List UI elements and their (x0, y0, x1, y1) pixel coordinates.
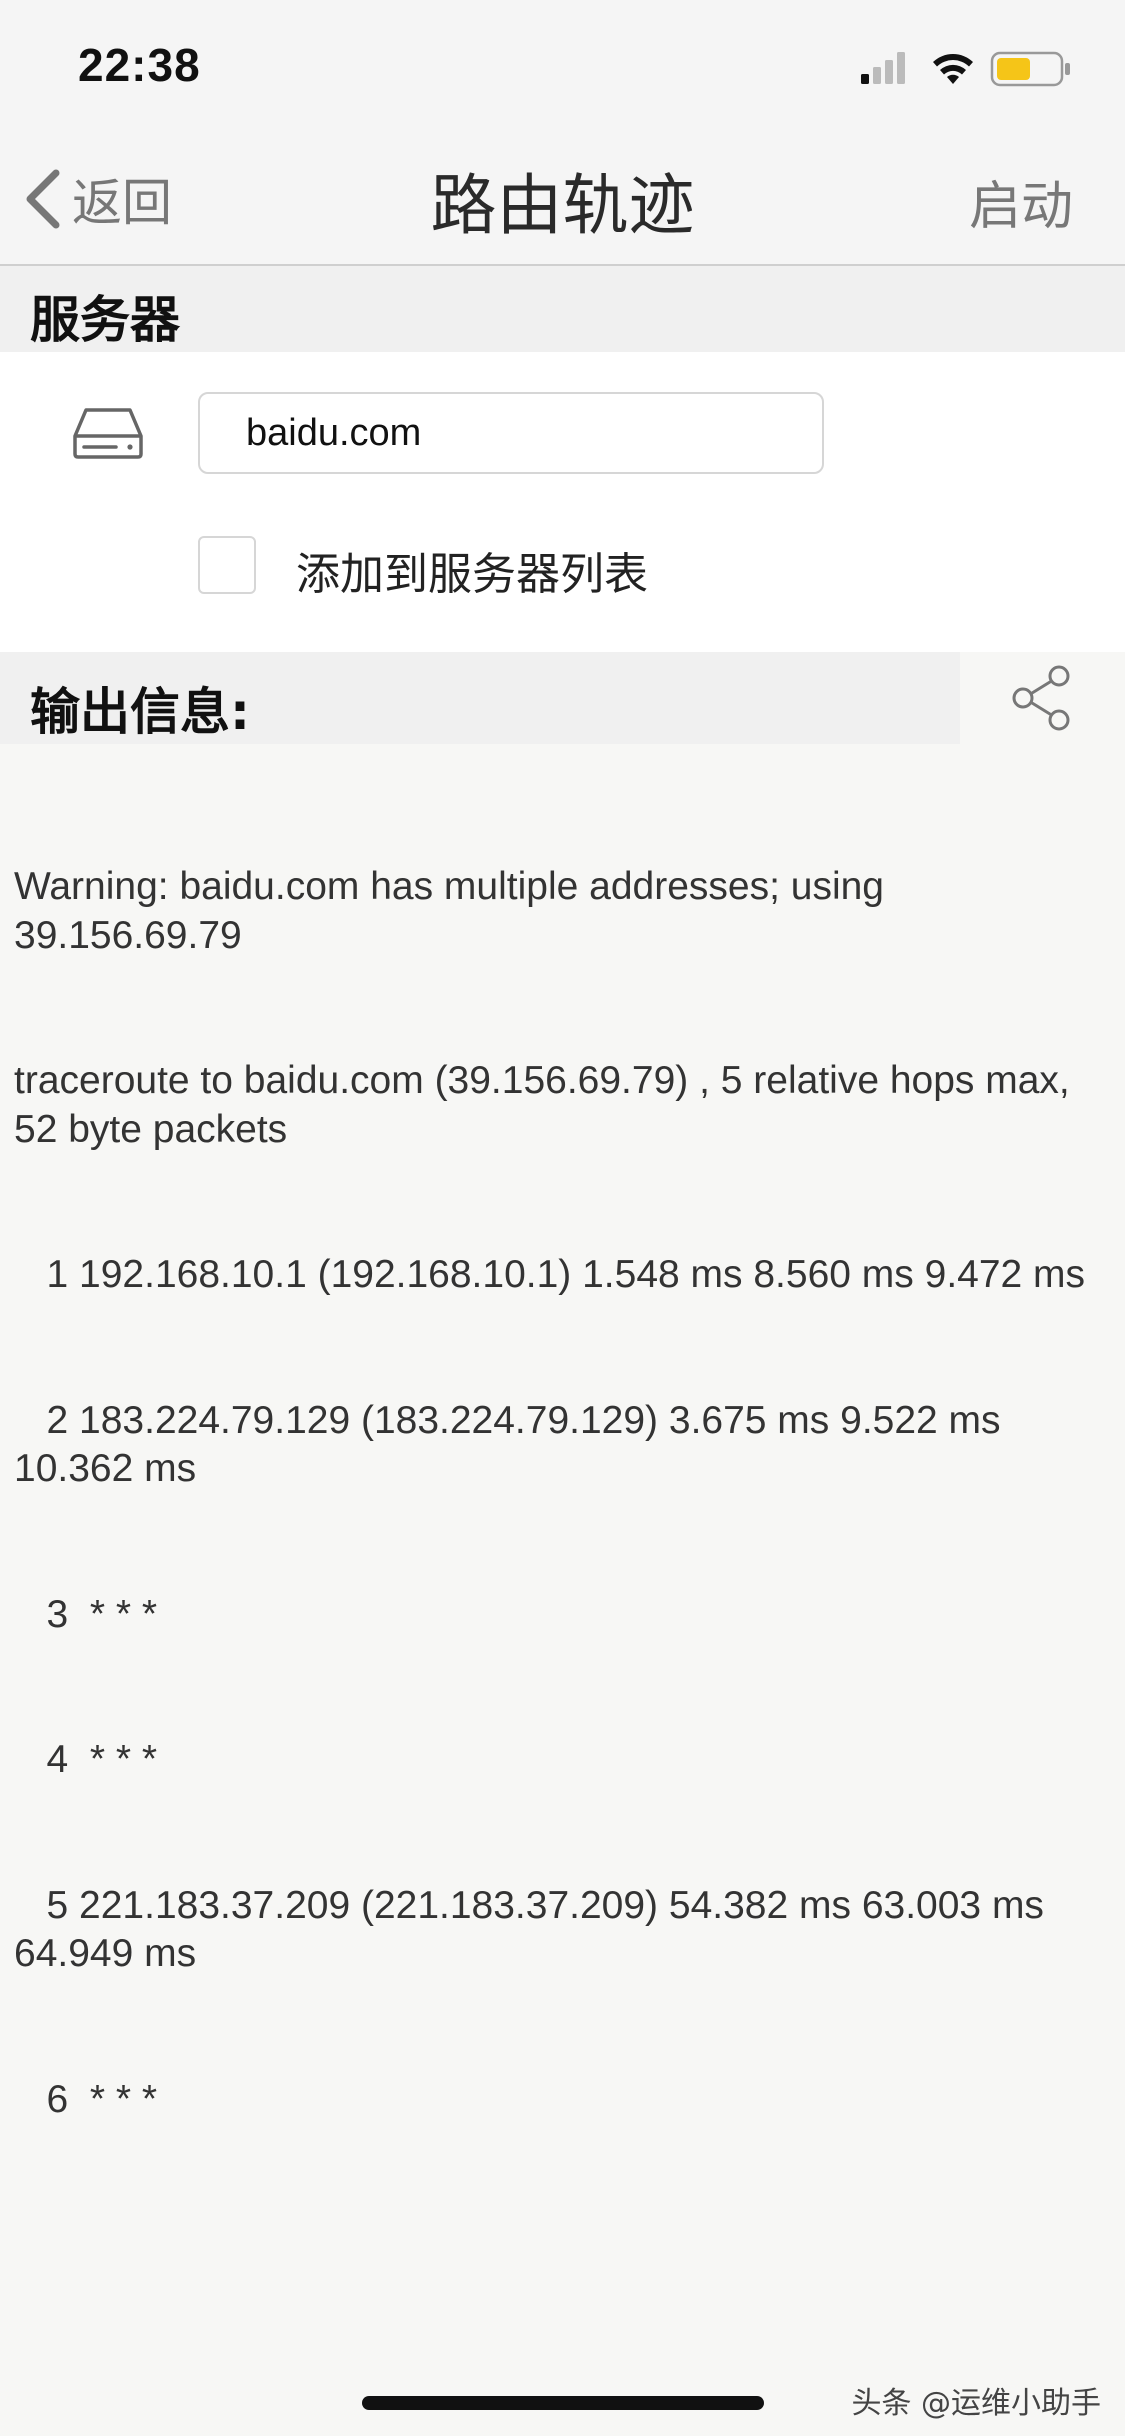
drive-icon (73, 408, 143, 459)
status-bar: 22:38 (0, 0, 1125, 132)
page-title: 路由轨迹 (430, 167, 695, 244)
output-line: 2 183.224.79.129 (183.224.79.129) 3.675 … (14, 1398, 1012, 1491)
output-line: traceroute to baidu.com (39.156.69.79) ,… (14, 1059, 1081, 1151)
output-line: 1 192.168.10.1 (192.168.10.1) 1.548 ms 8… (14, 1253, 1086, 1296)
output-line: 3 * * * (14, 1592, 158, 1636)
cellular-signal-icon (861, 52, 905, 84)
server-input[interactable] (198, 392, 824, 474)
output-line: Warning: baidu.com has multiple addresse… (14, 865, 895, 957)
start-button[interactable]: 启动 (969, 164, 1073, 239)
output-line: 4 * * * (14, 1738, 158, 1781)
battery-icon (990, 51, 1070, 87)
status-time: 22:38 (78, 39, 201, 91)
wifi-icon (933, 54, 973, 84)
server-section-header: 服务器 (0, 266, 1125, 352)
server-section-title: 服务器 (30, 291, 180, 349)
add-to-server-list-label: 添加到服务器列表 (296, 549, 648, 600)
add-to-server-list-checkbox[interactable] (198, 536, 256, 594)
status-icons (861, 48, 1081, 88)
output-log: Warning: baidu.com has multiple addresse… (14, 766, 1114, 2173)
home-indicator[interactable] (362, 2396, 764, 2410)
nav-bar: 返回 路由轨迹 启动 (0, 132, 1125, 266)
server-section: 添加到服务器列表 (0, 352, 1125, 652)
output-section-header: 输出信息: (0, 652, 960, 744)
output-line: 6 * * * (14, 2077, 158, 2121)
output-section-title: 输出信息: (30, 683, 250, 741)
output-line: 5 221.183.37.209 (221.183.37.209) 54.382… (14, 1883, 1055, 1976)
share-icon[interactable] (1010, 664, 1074, 732)
watermark: 头条 @运维小助手 (851, 2386, 1101, 2421)
